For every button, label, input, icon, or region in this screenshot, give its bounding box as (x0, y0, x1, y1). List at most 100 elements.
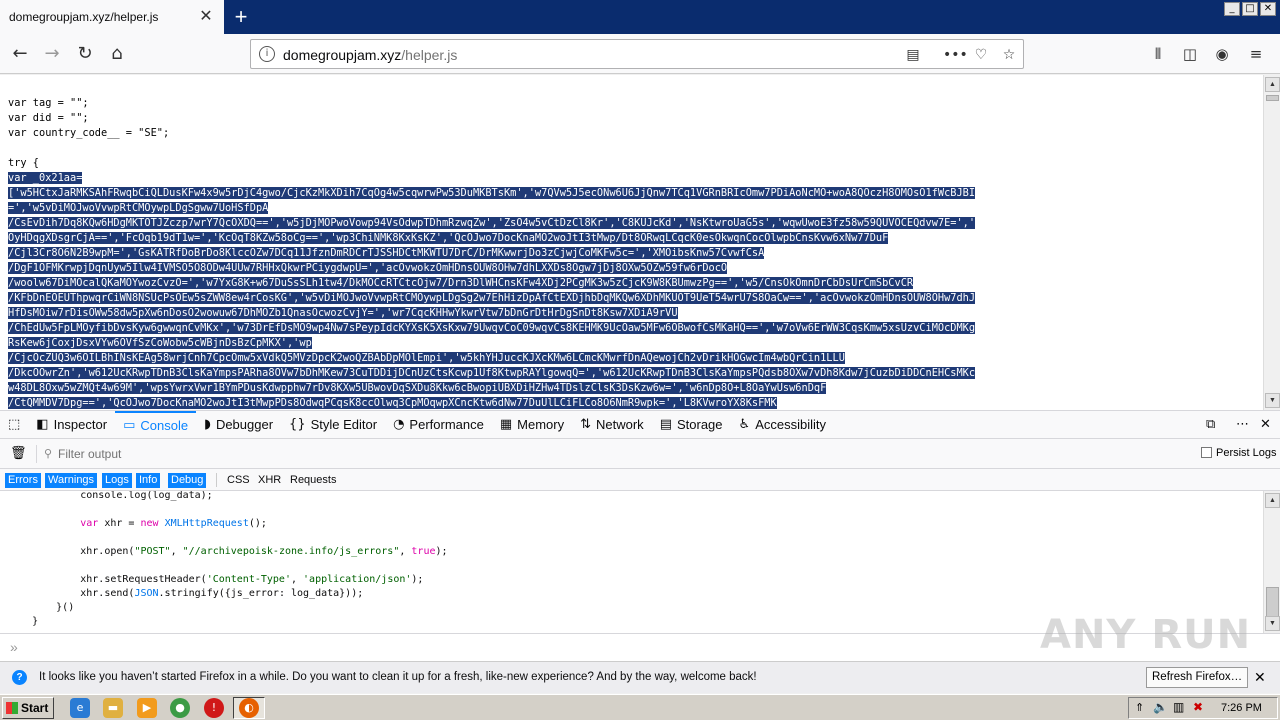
tab-accessibility[interactable]: ♿ Accessibility (731, 411, 834, 439)
scroll-thumb[interactable] (1266, 95, 1279, 101)
close-notification-icon[interactable]: ✕ (1254, 669, 1266, 686)
performance-icon: ◔ (393, 417, 405, 432)
browser-tab[interactable]: domegroupjam.xyz/helper.js ✕ (0, 0, 224, 34)
scroll-down-icon[interactable]: ▼ (1265, 393, 1280, 408)
account-icon[interactable]: ◉ (1211, 43, 1233, 65)
folder-icon[interactable]: ▬ (103, 698, 123, 718)
new-tab-button[interactable]: + (228, 4, 254, 30)
tab-label: Network (596, 417, 644, 432)
tab-label: Accessibility (755, 417, 826, 432)
console-code: console.log(log_data); var xhr = new XML… (8, 491, 448, 629)
reload-button[interactable]: ↻ (71, 40, 99, 68)
console-line: xhr.open("POST", "//archivepoisk-zone.in… (8, 546, 448, 557)
start-button[interactable]: Start (2, 697, 54, 719)
tab-label: Memory (517, 417, 565, 432)
code-line: var country_code__ = "SE"; (8, 127, 170, 139)
scroll-down-icon[interactable]: ▼ (1265, 616, 1280, 631)
windows-logo-icon (6, 702, 18, 714)
divider (216, 473, 217, 487)
persist-logs-checkbox[interactable] (1201, 447, 1212, 458)
volume-icon[interactable]: 🔈 (1153, 700, 1168, 714)
library-icon[interactable]: ⫴ (1147, 43, 1169, 65)
menu-icon[interactable]: ≡ (1245, 43, 1267, 65)
tab-inspector[interactable]: ◧ Inspector (28, 411, 115, 439)
media-player-icon[interactable]: ▶ (137, 698, 157, 718)
windows-taskbar: Start e ▬ ▶ ● ! ◐ ⇑ 🔈 ▥ ✖ 7:26 PM (0, 694, 1280, 720)
filter-warnings-button[interactable]: Warnings (45, 473, 98, 488)
watermark-logo: ANY RUN (1040, 612, 1252, 658)
sidebar-icon[interactable]: ◫ (1179, 43, 1201, 65)
code-line: /DkcOOwrZn','w612UcKRwpTDnB3ClsKaYmpsPAR… (8, 367, 976, 379)
code-line: =','w5vDiMOJwoVvwpRtCMOywpLDgSgww7UoHSfD… (8, 202, 269, 214)
console-filter-bar: 🗑 ⚲ Filter output Persist Logs (0, 439, 1280, 469)
filter-info-button[interactable]: Info (136, 473, 161, 488)
url-host: domegroupjam.xyz (283, 47, 402, 63)
refresh-firefox-button[interactable]: Refresh Firefox… (1146, 667, 1249, 688)
page-scrollbar[interactable]: ▲ ▼ (1263, 75, 1280, 410)
tray-alert-icon[interactable]: ✖ (1193, 700, 1203, 714)
code-line: /woolw67DiMOcalQKaMOYwozCvzO=','w7YxG8K+… (8, 277, 914, 289)
console-line: var xhr = new XMLHttpRequest(); (80, 518, 267, 529)
maximize-button[interactable]: □ (1242, 2, 1258, 16)
close-window-button[interactable]: ✕ (1260, 2, 1276, 16)
filter-debug-button[interactable]: Debug (168, 473, 207, 488)
site-info-icon[interactable]: i (259, 46, 275, 62)
devtools-menu-icon[interactable]: ⋯ (1236, 417, 1249, 432)
taskbar-firefox-button[interactable]: ◐ (233, 697, 265, 719)
scroll-up-icon[interactable]: ▲ (1265, 493, 1280, 508)
pocket-icon[interactable]: ♡ (971, 45, 991, 65)
network-tray-icon[interactable]: ▥ (1173, 700, 1184, 714)
debugger-icon: ◗ (204, 417, 211, 432)
code-line: /ChEdUw5FpLMOyfibDvsKyw6gwwqnCvMKx','w73… (8, 322, 976, 334)
persist-logs-label: Persist Logs (1216, 447, 1277, 459)
console-category-bar: Errors Warnings Logs Info Debug CSS XHR … (0, 469, 1280, 491)
dock-options-icon[interactable]: ⧉ (1206, 417, 1215, 432)
bookmark-star-icon[interactable]: ☆ (999, 45, 1019, 65)
console-scrollbar[interactable]: ▲ ▼ (1263, 491, 1280, 633)
clock[interactable]: 7:26 PM (1221, 702, 1262, 714)
tab-label: Inspector (53, 417, 108, 432)
close-tab-icon[interactable]: ✕ (198, 9, 214, 25)
home-button[interactable]: ⌂ (103, 40, 131, 68)
filter-input[interactable]: Filter output (58, 447, 121, 461)
navigation-toolbar: ← → ↻ ⌂ i domegroupjam.xyz/helper.js ▤ •… (0, 34, 1280, 74)
code-line: ['w5HCtxJaRMKSAhFRwqbCiQLDusKFw4x9w5rDjC… (8, 187, 976, 199)
chrome-icon[interactable]: ● (170, 698, 190, 718)
tab-label: Console (140, 418, 189, 433)
scroll-thumb[interactable] (1266, 587, 1279, 617)
close-devtools-icon[interactable]: ✕ (1260, 417, 1271, 432)
tab-storage[interactable]: ▤ Storage (652, 411, 731, 439)
url-bar[interactable]: i domegroupjam.xyz/helper.js ▤ ••• ♡ ☆ (250, 39, 1024, 69)
tab-console[interactable]: ▭ Console (115, 410, 197, 439)
code-line: try { (8, 157, 39, 169)
tray-arrow-icon[interactable]: ⇑ (1135, 701, 1144, 714)
console-line: xhr.setRequestHeader('Content-Type', 'ap… (8, 574, 424, 585)
tab-memory[interactable]: ▦ Memory (492, 411, 572, 439)
page-actions-icon[interactable]: ••• (943, 45, 968, 65)
code-line: RsKew6jCoxjDsxVYw6OVfSzCoWobw5cWBjnDsBzC… (8, 337, 312, 349)
back-button[interactable]: ← (6, 40, 34, 68)
tab-style-editor[interactable]: {} Style Editor (281, 411, 385, 439)
filter-logs-button[interactable]: Logs (102, 473, 132, 488)
url-text[interactable]: domegroupjam.xyz/helper.js (283, 47, 457, 63)
prompt-chevron-icon: » (10, 639, 18, 655)
tab-debugger[interactable]: ◗ Debugger (196, 411, 281, 439)
antivirus-icon[interactable]: ! (204, 698, 224, 718)
element-picker-icon[interactable]: ⬚ (0, 411, 28, 439)
tab-performance[interactable]: ◔ Performance (385, 411, 492, 439)
filter-errors-button[interactable]: Errors (5, 473, 41, 488)
scroll-up-icon[interactable]: ▲ (1265, 77, 1280, 92)
reader-view-icon[interactable]: ▤ (903, 45, 923, 65)
code-line: /KFbDnEOEUThpwqrCiWN8NSUcPsOEw5sZWW8ew4r… (8, 292, 976, 304)
tab-network[interactable]: ⇅ Network (572, 411, 652, 439)
forward-button[interactable]: → (38, 40, 66, 68)
trash-icon[interactable]: 🗑 (10, 446, 27, 461)
filter-requests-button[interactable]: Requests (287, 473, 339, 488)
filter-css-button[interactable]: CSS (224, 473, 253, 488)
tab-label: Style Editor (310, 417, 378, 432)
code-line: /CsEvDih7Dq8KQw6HDgMKTOTJZczp7wrY7QcOXDQ… (8, 217, 976, 229)
minimize-button[interactable]: _ (1224, 2, 1240, 16)
filter-xhr-button[interactable]: XHR (255, 473, 284, 488)
ie-icon[interactable]: e (70, 698, 90, 718)
